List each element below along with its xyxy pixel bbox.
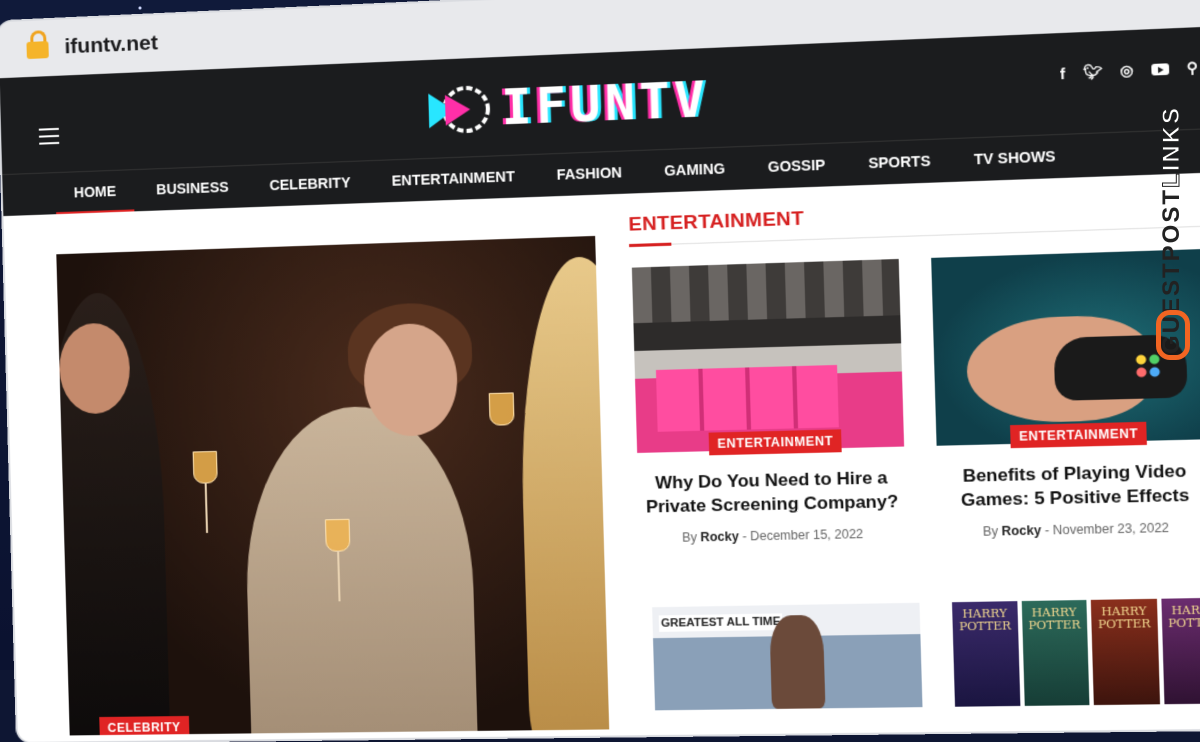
book-title-line: POTTER [1028,617,1081,633]
browser-window: ifuntv.net IFUNTV f 🐦︎ ◎ ⚲ HOME BUSINESS… [0,0,1200,742]
article-card[interactable]: ENTERTAINMENT Why Do You Need to Hire a … [631,258,907,546]
nav-celebrity[interactable]: CELEBRITY [267,162,353,208]
article-title[interactable]: Benefits of Playing Video Games: 5 Posit… [937,458,1200,512]
article-thumbnail[interactable] [631,258,905,453]
main-content: CELEBRITY ENTERTAINMENT ENTERTAINMENT Wh… [3,171,1200,742]
nav-gaming[interactable]: GAMING [661,148,728,194]
meta-separator: - [1044,522,1050,538]
article-date: November 23, 2022 [1052,520,1170,538]
nav-tv-shows[interactable]: TV SHOWS [971,135,1058,182]
article-card[interactable]: HARRY POTTER HARRY POTTER HARRY POTTER HARR… [951,597,1200,707]
article-date: December 15, 2022 [750,526,864,544]
meta-by: By [681,530,698,545]
hero-category-badge[interactable]: CELEBRITY [99,715,190,736]
article-thumbnail[interactable]: GREATEST ALL TIME [652,602,923,711]
search-icon[interactable]: ⚲ [1186,59,1198,77]
section-title[interactable]: ENTERTAINMENT [628,208,804,237]
champagne-glass [192,450,218,484]
instagram-icon[interactable]: ◎ [1120,62,1134,80]
category-badge[interactable]: ENTERTAINMENT [1010,421,1148,449]
address-bar-url[interactable]: ifuntv.net [64,31,158,59]
chain-link-icon [1156,310,1190,360]
article-author[interactable]: Rocky [700,529,739,544]
watermark-text-b: LINKS [1158,105,1186,188]
hero-person-center [242,403,479,736]
nav-entertainment[interactable]: ENTERTAINMENT [389,156,517,204]
article-meta: By Rocky - November 23, 2022 [939,520,1200,540]
webpage: IFUNTV f 🐦︎ ◎ ⚲ HOME BUSINESS CELEBRITY … [0,25,1200,742]
book-cover: HARRY POTTER [1021,599,1090,706]
hero-person-right [516,254,610,736]
hero-image[interactable]: CELEBRITY [56,235,610,736]
book-cover: HARRY POTTER [1160,597,1200,705]
meta-by: By [982,523,999,539]
book-title-line: POTTER [1097,616,1151,632]
book-title-line: POTTER [958,619,1012,634]
article-card[interactable]: GREATEST ALL TIME [652,602,923,711]
article-title[interactable]: Why Do You Need to Hire a Private Screen… [638,465,906,519]
thumb-singer [769,614,826,709]
book-title-line: POTTER [1167,615,1200,631]
book-cover: HARRY POTTER [951,601,1020,707]
nav-gossip[interactable]: GOSSIP [765,144,828,190]
book-cover: HARRY POTTER [1090,598,1160,706]
logo-play-icon [428,85,492,135]
hamburger-menu-icon[interactable] [38,127,60,150]
nav-sports[interactable]: SPORTS [866,140,934,186]
champagne-glass [324,518,351,552]
watermark-text: GUESTPOSTLINKS [1158,54,1186,354]
meta-separator: - [742,529,747,544]
category-badge[interactable]: ENTERTAINMENT [708,429,843,456]
champagne-glass [488,392,515,426]
nav-home[interactable]: HOME [71,171,118,215]
nav-business[interactable]: BUSINESS [154,166,232,211]
nav-fashion[interactable]: FASHION [554,152,625,198]
watermark: GUESTPOSTLINKS [1152,60,1190,360]
article-author[interactable]: Rocky [1002,523,1042,538]
thumb-sign: GREATEST ALL TIME [658,613,783,632]
lock-icon [26,30,49,60]
logo-text: IFUNTV [500,70,710,137]
twitter-icon[interactable]: 🐦︎ [1083,63,1103,82]
glass-stem [204,482,209,533]
facebook-icon[interactable]: f [1060,65,1066,82]
article-meta: By Rocky - December 15, 2022 [639,526,906,546]
article-thumbnail[interactable]: HARRY POTTER HARRY POTTER HARRY POTTER HARR… [951,597,1200,707]
site-logo[interactable]: IFUNTV [424,71,710,140]
